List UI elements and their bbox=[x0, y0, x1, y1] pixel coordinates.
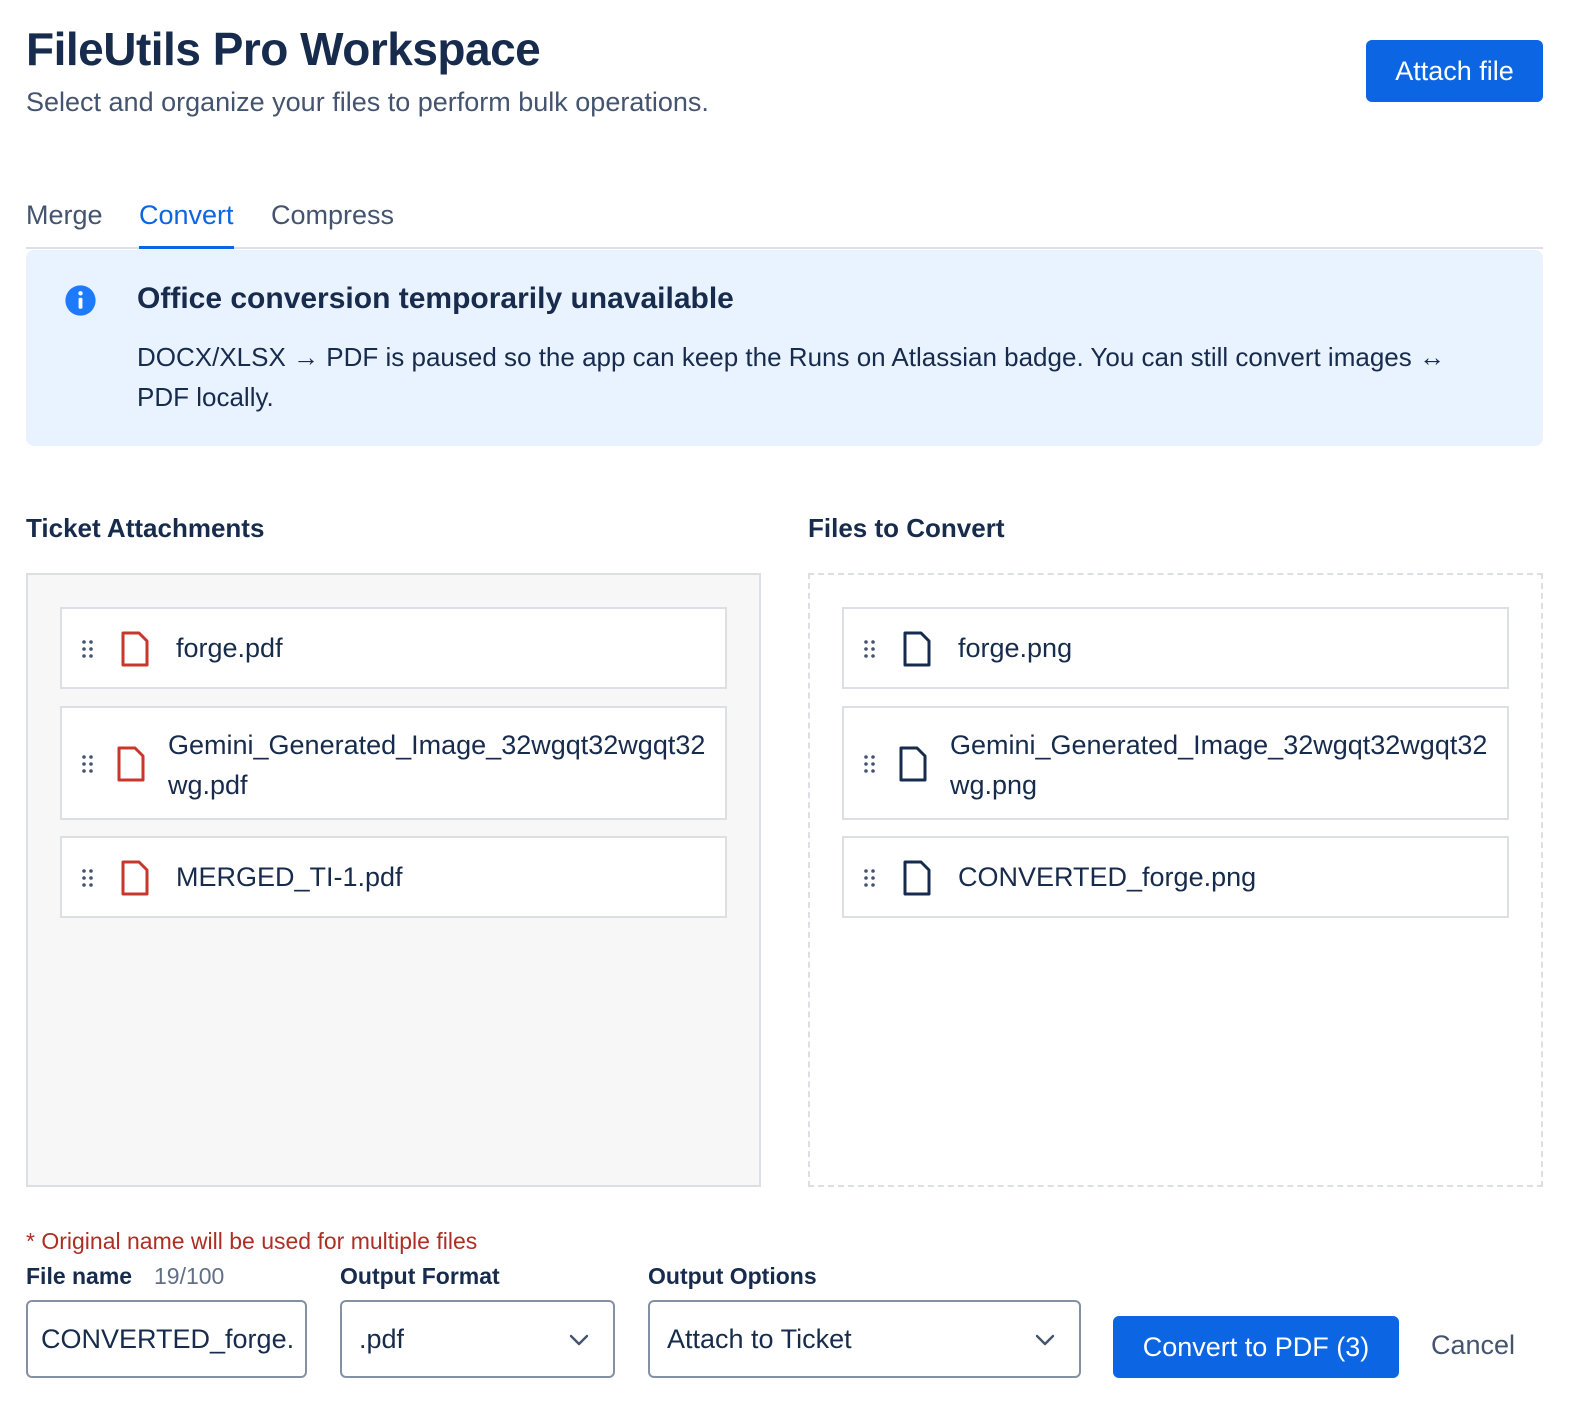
pdf-file-icon bbox=[117, 746, 145, 782]
info-banner: Office conversion temporarily unavailabl… bbox=[26, 250, 1543, 446]
convert-file-name: CONVERTED_forge.png bbox=[958, 862, 1257, 892]
drag-handle-icon[interactable] bbox=[80, 754, 96, 774]
banner-message: DOCX/XLSX → PDF is paused so the app can… bbox=[137, 342, 1445, 412]
attachment-file-name: forge.pdf bbox=[176, 633, 283, 663]
drag-handle-icon[interactable] bbox=[862, 639, 878, 659]
tab-bar: Merge Convert Compress bbox=[26, 196, 1543, 249]
image-file-icon bbox=[899, 746, 927, 782]
tab-convert[interactable]: Convert bbox=[139, 200, 234, 249]
convert-file-name: forge.png bbox=[958, 633, 1073, 663]
files-to-convert-title: Files to Convert bbox=[808, 513, 1005, 543]
convert-item[interactable]: CONVERTED_forge.png bbox=[842, 836, 1509, 918]
drag-handle-icon[interactable] bbox=[862, 754, 878, 774]
convert-file-name: Gemini_Generated_Image_32wgqt32wgqt32wg.… bbox=[950, 730, 1488, 800]
banner-title: Office conversion temporarily unavailabl… bbox=[137, 282, 734, 315]
page-title: FileUtils Pro Workspace bbox=[26, 23, 541, 75]
attachment-item[interactable]: Gemini_Generated_Image_32wgqt32wgqt32wg.… bbox=[60, 706, 727, 820]
drag-handle-icon[interactable] bbox=[862, 868, 878, 888]
attachment-file-name: MERGED_TI-1.pdf bbox=[176, 862, 403, 892]
image-file-icon bbox=[903, 631, 931, 667]
file-name-label: File name bbox=[26, 1263, 133, 1289]
output-options-select[interactable]: Attach to Ticket bbox=[648, 1300, 1081, 1378]
page-subtitle: Select and organize your files to perfor… bbox=[26, 87, 709, 117]
attachment-item[interactable]: MERGED_TI-1.pdf bbox=[60, 836, 727, 918]
chevron-down-icon bbox=[1035, 1334, 1055, 1346]
ticket-attachments-list[interactable]: forge.pdf Gemini_Generated_Image_32wgqt3… bbox=[26, 573, 761, 1187]
cancel-button[interactable]: Cancel bbox=[1431, 1330, 1515, 1361]
drag-handle-icon[interactable] bbox=[80, 639, 96, 659]
file-name-input-value: CONVERTED_forge. bbox=[41, 1324, 295, 1354]
tab-merge[interactable]: Merge bbox=[26, 200, 103, 249]
convert-item[interactable]: forge.png bbox=[842, 607, 1509, 689]
output-format-label: Output Format bbox=[340, 1263, 500, 1289]
chevron-down-icon bbox=[569, 1334, 589, 1346]
drag-handle-icon[interactable] bbox=[80, 868, 96, 888]
convert-item[interactable]: Gemini_Generated_Image_32wgqt32wgqt32wg.… bbox=[842, 706, 1509, 820]
attachment-item[interactable]: forge.pdf bbox=[60, 607, 727, 689]
image-file-icon bbox=[903, 860, 931, 896]
attach-file-button[interactable]: Attach file bbox=[1366, 40, 1543, 102]
output-options-value: Attach to Ticket bbox=[667, 1324, 852, 1354]
convert-to-pdf-button[interactable]: Convert to PDF (3) bbox=[1113, 1316, 1399, 1378]
attachment-file-name: Gemini_Generated_Image_32wgqt32wgqt32wg.… bbox=[168, 730, 706, 800]
info-icon bbox=[65, 285, 96, 316]
tab-compress[interactable]: Compress bbox=[271, 200, 394, 249]
output-options-label: Output Options bbox=[648, 1263, 817, 1289]
pdf-file-icon bbox=[121, 631, 149, 667]
file-name-input[interactable]: CONVERTED_forge. bbox=[26, 1300, 307, 1378]
file-name-char-count: 19/100 bbox=[154, 1263, 225, 1289]
pdf-file-icon bbox=[121, 860, 149, 896]
ticket-attachments-title: Ticket Attachments bbox=[26, 513, 265, 543]
multiple-files-note: * Original name will be used for multipl… bbox=[26, 1228, 478, 1254]
output-format-value: .pdf bbox=[359, 1324, 405, 1354]
output-format-select[interactable]: .pdf bbox=[340, 1300, 615, 1378]
files-to-convert-dropzone[interactable]: forge.png Gemini_Generated_Image_32wgqt3… bbox=[808, 573, 1543, 1187]
